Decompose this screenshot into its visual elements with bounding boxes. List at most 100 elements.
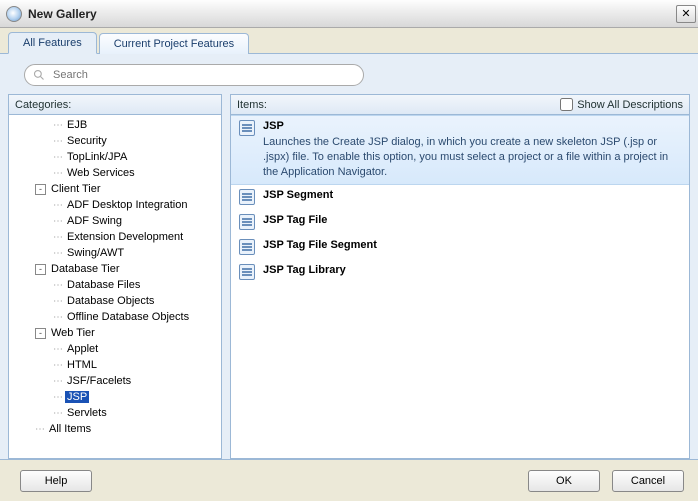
tree-label[interactable]: ADF Desktop Integration bbox=[65, 199, 189, 211]
tree-node[interactable]: ⋯Database Objects bbox=[9, 293, 221, 309]
search-box[interactable] bbox=[24, 64, 364, 86]
tree-label[interactable]: JSF/Facelets bbox=[65, 375, 133, 387]
list-item[interactable]: JSP Tag Library bbox=[231, 260, 689, 285]
tree-label[interactable]: ADF Swing bbox=[65, 215, 124, 227]
tree-connector-icon: ⋯ bbox=[53, 408, 62, 419]
collapse-icon[interactable]: - bbox=[35, 328, 46, 339]
item-description: Launches the Create JSP dialog, in which… bbox=[263, 135, 681, 180]
list-item[interactable]: JSP Segment bbox=[231, 185, 689, 210]
button-row: Help OK Cancel bbox=[0, 460, 698, 492]
tab-current-project-features[interactable]: Current Project Features bbox=[99, 33, 249, 54]
list-item[interactable]: JSP Launches the Create JSP dialog, in wh… bbox=[231, 115, 689, 185]
tree-label[interactable]: Client Tier bbox=[49, 183, 103, 195]
tree-node[interactable]: ⋯EJB bbox=[9, 117, 221, 133]
file-icon bbox=[239, 239, 255, 255]
tree-connector-icon: ⋯ bbox=[53, 312, 62, 323]
show-all-label: Show All Descriptions bbox=[577, 99, 683, 111]
search-row bbox=[0, 54, 698, 94]
categories-header: Categories: bbox=[9, 95, 221, 115]
collapse-icon[interactable]: - bbox=[35, 184, 46, 195]
tree-label[interactable]: Database Files bbox=[65, 279, 142, 291]
tree-node[interactable]: ⋯Applet bbox=[9, 341, 221, 357]
tree-label[interactable]: All Items bbox=[47, 423, 93, 435]
tree-label[interactable]: HTML bbox=[65, 359, 99, 371]
categories-panel: Categories: ⋯EJB⋯Security⋯TopLink/JPA⋯We… bbox=[8, 94, 222, 459]
item-title: JSP Tag File Segment bbox=[263, 239, 377, 251]
tab-all-features[interactable]: All Features bbox=[8, 32, 97, 54]
tree-node[interactable]: ⋯Web Services bbox=[9, 165, 221, 181]
tree-connector-icon: ⋯ bbox=[53, 232, 62, 243]
tree-connector-icon: ⋯ bbox=[35, 424, 44, 435]
tree-node[interactable]: ⋯Offline Database Objects bbox=[9, 309, 221, 325]
item-title: JSP Segment bbox=[263, 189, 333, 201]
list-item[interactable]: JSP Tag File bbox=[231, 210, 689, 235]
collapse-icon[interactable]: - bbox=[35, 264, 46, 275]
window-title: New Gallery bbox=[28, 7, 676, 21]
tree-label[interactable]: Web Tier bbox=[49, 327, 97, 339]
file-icon bbox=[239, 120, 255, 136]
tree-connector-icon: ⋯ bbox=[53, 200, 62, 211]
close-button[interactable]: ✕ bbox=[676, 5, 696, 23]
tree-node[interactable]: ⋯Servlets bbox=[9, 405, 221, 421]
tree-label[interactable]: Extension Development bbox=[65, 231, 185, 243]
tree-node[interactable]: ⋯ADF Desktop Integration bbox=[9, 197, 221, 213]
tree-label[interactable]: JSP bbox=[65, 391, 89, 403]
tree-node[interactable]: ⋯TopLink/JPA bbox=[9, 149, 221, 165]
tree-label[interactable]: Applet bbox=[65, 343, 100, 355]
tree-node[interactable]: ⋯Security bbox=[9, 133, 221, 149]
tree-label[interactable]: Database Tier bbox=[49, 263, 121, 275]
tree-node[interactable]: ⋯Database Files bbox=[9, 277, 221, 293]
tree-connector-icon: ⋯ bbox=[53, 248, 62, 259]
item-title: JSP bbox=[263, 120, 681, 132]
tree-label[interactable]: EJB bbox=[65, 119, 89, 131]
item-title: JSP Tag File bbox=[263, 214, 327, 226]
items-label: Items: bbox=[237, 99, 267, 111]
show-all-descriptions[interactable]: Show All Descriptions bbox=[560, 98, 683, 111]
tree-node[interactable]: ⋯All Items bbox=[9, 421, 221, 437]
tree-label[interactable]: Servlets bbox=[65, 407, 109, 419]
tree-node[interactable]: -Client Tier bbox=[9, 181, 221, 197]
list-item[interactable]: JSP Tag File Segment bbox=[231, 235, 689, 260]
help-button[interactable]: Help bbox=[20, 470, 92, 492]
items-header: Items: Show All Descriptions bbox=[231, 95, 689, 115]
tree-label[interactable]: Security bbox=[65, 135, 109, 147]
tree-node[interactable]: ⋯HTML bbox=[9, 357, 221, 373]
file-icon bbox=[239, 264, 255, 280]
tree-connector-icon: ⋯ bbox=[53, 376, 62, 387]
tree-label[interactable]: Database Objects bbox=[65, 295, 156, 307]
tree-connector-icon: ⋯ bbox=[53, 344, 62, 355]
titlebar: New Gallery ✕ bbox=[0, 0, 698, 28]
show-all-checkbox[interactable] bbox=[560, 98, 573, 111]
categories-label: Categories: bbox=[15, 99, 71, 111]
file-icon bbox=[239, 189, 255, 205]
tree-node[interactable]: ⋯Extension Development bbox=[9, 229, 221, 245]
tree-node[interactable]: -Web Tier bbox=[9, 325, 221, 341]
tree-connector-icon: ⋯ bbox=[53, 120, 62, 131]
cancel-button[interactable]: Cancel bbox=[612, 470, 684, 492]
tree-label[interactable]: Offline Database Objects bbox=[65, 311, 191, 323]
search-icon bbox=[33, 69, 45, 81]
tabstrip: All Features Current Project Features bbox=[0, 28, 698, 54]
tree-node[interactable]: ⋯JSP bbox=[9, 389, 221, 405]
items-panel: Items: Show All Descriptions JSP Launches… bbox=[230, 94, 690, 459]
tree-connector-icon: ⋯ bbox=[53, 152, 62, 163]
tree-label[interactable]: TopLink/JPA bbox=[65, 151, 129, 163]
categories-tree[interactable]: ⋯EJB⋯Security⋯TopLink/JPA⋯Web Services-C… bbox=[9, 115, 221, 458]
tree-label[interactable]: Web Services bbox=[65, 167, 137, 179]
file-icon bbox=[239, 214, 255, 230]
tree-connector-icon: ⋯ bbox=[53, 392, 62, 403]
tree-connector-icon: ⋯ bbox=[53, 296, 62, 307]
items-list[interactable]: JSP Launches the Create JSP dialog, in wh… bbox=[231, 115, 689, 458]
tree-connector-icon: ⋯ bbox=[53, 360, 62, 371]
tree-node[interactable]: -Database Tier bbox=[9, 261, 221, 277]
item-title: JSP Tag Library bbox=[263, 264, 346, 276]
tree-connector-icon: ⋯ bbox=[53, 136, 62, 147]
panels: Categories: ⋯EJB⋯Security⋯TopLink/JPA⋯We… bbox=[0, 94, 698, 460]
ok-button[interactable]: OK bbox=[528, 470, 600, 492]
tree-node[interactable]: ⋯Swing/AWT bbox=[9, 245, 221, 261]
tree-label[interactable]: Swing/AWT bbox=[65, 247, 126, 259]
search-input[interactable] bbox=[51, 68, 355, 82]
tree-node[interactable]: ⋯ADF Swing bbox=[9, 213, 221, 229]
tree-node[interactable]: ⋯JSF/Facelets bbox=[9, 373, 221, 389]
tree-connector-icon: ⋯ bbox=[53, 216, 62, 227]
